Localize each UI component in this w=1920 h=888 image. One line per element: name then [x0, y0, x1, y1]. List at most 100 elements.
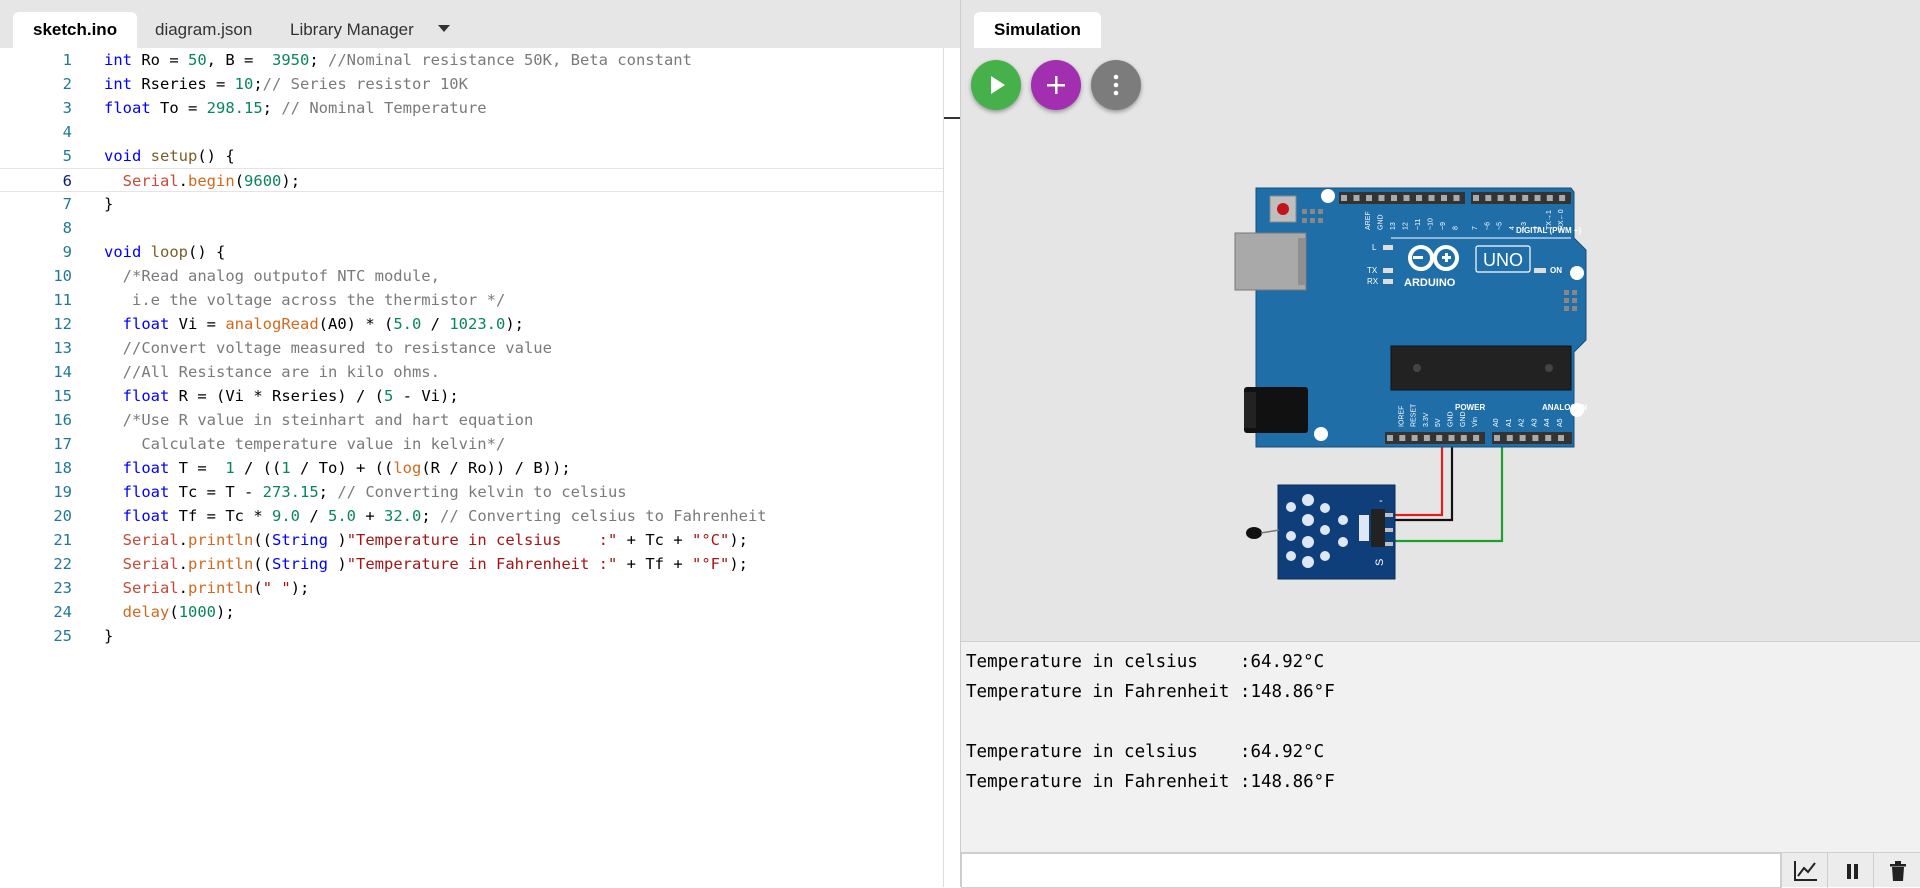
tab-sketch-ino[interactable]: sketch.ino	[13, 12, 138, 48]
plus-icon	[1047, 76, 1065, 94]
code-text: int Rseries = 10;// Series resistor 10K	[104, 75, 468, 93]
line-number: 15	[53, 387, 72, 405]
power-pin-label: Vin	[1472, 417, 1479, 427]
board-model-label: UNO	[1483, 250, 1523, 270]
plotter-button[interactable]	[1781, 853, 1827, 888]
power-pin-label: 5V	[1435, 418, 1442, 427]
code-line[interactable]: 14 //All Resistance are in kilo ohms.	[0, 360, 960, 384]
serial-output-line: Temperature in celsius :64.92°C	[966, 652, 1325, 672]
analog-header-label: ANALOG IN	[1542, 403, 1587, 412]
code-line[interactable]: 9 void loop() {	[0, 240, 960, 264]
code-editor[interactable]: 1 int Ro = 50, B = 3950; //Nominal resist…	[0, 48, 960, 887]
line-number: 8	[62, 219, 72, 237]
tab-dropdown-icon[interactable]	[432, 18, 456, 42]
line-number: 4	[62, 123, 72, 141]
code-line[interactable]: 12 float Vi = analogRead(A0) * (5.0 / 10…	[0, 312, 960, 336]
line-number: 17	[53, 435, 72, 453]
line-number: 1	[62, 51, 72, 69]
line-number: 11	[53, 291, 72, 309]
power-pin-label: RESET	[1411, 403, 1418, 427]
code-line[interactable]: 5 void setup() {	[0, 144, 960, 168]
power-pin-label: 3.3V	[1423, 412, 1430, 427]
code-text: float Tf = Tc * 9.0 / 5.0 + 32.0; // Con…	[122, 507, 767, 525]
code-line[interactable]: 2 int Rseries = 10;// Series resistor 10K	[0, 72, 960, 96]
serial-output-line: Temperature in Fahrenheit :148.86°F	[966, 682, 1335, 702]
editor-scrollbar[interactable]	[943, 48, 960, 887]
code-line[interactable]: 6 Serial.begin(9600);	[0, 168, 960, 192]
code-text: }	[104, 627, 114, 645]
line-number: 14	[53, 363, 72, 381]
code-text: Calculate temperature value in kelvin*/	[141, 435, 506, 453]
digital-pin-label: 12	[1403, 222, 1410, 230]
digital-pin-label: TX→1	[1546, 210, 1553, 230]
code-line[interactable]: 15 float R = (Vi * Rseries) / (5 - Vi);	[0, 384, 960, 408]
tab-simulation[interactable]: Simulation	[974, 12, 1101, 48]
add-part-button[interactable]	[1031, 60, 1081, 110]
code-line[interactable]: 19 float Tc = T - 273.15; // Converting …	[0, 480, 960, 504]
code-text: /*Use R value in steinhart and hart equa…	[122, 411, 534, 429]
code-line[interactable]: 11 i.e the voltage across the thermistor…	[0, 288, 960, 312]
code-line[interactable]: 4	[0, 120, 960, 144]
code-line[interactable]: 10 /*Read analog outputof NTC module,	[0, 264, 960, 288]
digital-pin-label: RX←0	[1558, 209, 1565, 230]
line-number: 22	[53, 555, 72, 573]
editor-tab-bar: sketch.ino diagram.json Library Manager	[0, 0, 960, 48]
serial-output-line: Temperature in Fahrenheit :148.86°F	[966, 772, 1335, 792]
code-line[interactable]: 1 int Ro = 50, B = 3950; //Nominal resist…	[0, 48, 960, 72]
digital-pin-label: GND	[1378, 214, 1385, 230]
digital-pin-label: ~9	[1440, 222, 1447, 230]
code-line[interactable]: 7}	[0, 192, 960, 216]
pause-button[interactable]	[1827, 853, 1873, 888]
line-number: 5	[62, 147, 72, 165]
code-line[interactable]: 3 float To = 298.15; // Nominal Temperatu…	[0, 96, 960, 120]
ntc-temperature-sensor-module[interactable]: - S	[1246, 484, 1396, 580]
code-text: //All Resistance are in kilo ohms.	[122, 363, 440, 381]
code-line[interactable]: 13 //Convert voltage measured to resista…	[0, 336, 960, 360]
analog-pin-label: A1	[1506, 418, 1513, 427]
code-line[interactable]: 23 Serial.println(" ");	[0, 576, 960, 600]
line-number: 25	[53, 627, 72, 645]
code-line[interactable]: 24 delay(1000);	[0, 600, 960, 624]
code-line[interactable]: 21 Serial.println((String )"Temperature …	[0, 528, 960, 552]
code-text: float To = 298.15; // Nominal Temperatur…	[104, 99, 487, 117]
code-line[interactable]: 25}	[0, 624, 960, 648]
arduino-uno-board[interactable]: UNO ARDUINO DIGITAL (PWM ~) ANALOG IN PO…	[1234, 187, 1587, 448]
clear-button[interactable]	[1873, 853, 1919, 888]
code-line[interactable]: 8	[0, 216, 960, 240]
code-text: void setup() {	[104, 147, 235, 165]
serial-output-line: Temperature in celsius :64.92°C	[966, 742, 1325, 762]
serial-input[interactable]	[961, 853, 1781, 888]
more-options-button[interactable]	[1091, 60, 1141, 110]
code-text: void loop() {	[104, 243, 226, 261]
tab-diagram-json[interactable]: diagram.json	[135, 12, 272, 48]
code-line[interactable]: 22 Serial.println((String )"Temperature …	[0, 552, 960, 576]
line-number: 2	[62, 75, 72, 93]
simulation-canvas[interactable]: UNO ARDUINO DIGITAL (PWM ~) ANALOG IN PO…	[961, 110, 1920, 640]
sensor-minus-label: -	[1379, 495, 1383, 507]
line-number: 16	[53, 411, 72, 429]
digital-pin-label: ~10	[1428, 218, 1435, 230]
digital-pin-label: 13	[1390, 222, 1397, 230]
digital-pin-label: AREF	[1365, 211, 1372, 230]
line-number: 12	[53, 315, 72, 333]
tab-library-manager[interactable]: Library Manager	[270, 12, 434, 48]
start-simulation-button[interactable]	[971, 60, 1021, 110]
power-pin-label: IOREF	[1398, 406, 1405, 427]
code-text: delay(1000);	[122, 603, 235, 621]
code-line[interactable]: 16 /*Use R value in steinhart and hart e…	[0, 408, 960, 432]
code-text: float Vi = analogRead(A0) * (5.0 / 1023.…	[122, 315, 524, 333]
line-number: 3	[62, 99, 72, 117]
power-pin-label: GND	[1448, 411, 1455, 427]
code-line[interactable]: 18 float T = 1 / ((1 / To) + ((log(R / R…	[0, 456, 960, 480]
code-line[interactable]: 20 float Tf = Tc * 9.0 / 5.0 + 32.0; // …	[0, 504, 960, 528]
on-led-label: ON	[1550, 266, 1562, 275]
code-text: int Ro = 50, B = 3950; //Nominal resista…	[104, 51, 692, 69]
line-number: 10	[53, 267, 72, 285]
analog-pin-label: A4	[1544, 418, 1551, 427]
digital-pin-label: ~11	[1415, 219, 1422, 230]
line-number: 18	[53, 459, 72, 477]
code-line[interactable]: 17 Calculate temperature value in kelvin…	[0, 432, 960, 456]
digital-pin-label: 2	[1534, 226, 1541, 230]
wires[interactable]	[1386, 437, 1504, 543]
line-number: 24	[53, 603, 72, 621]
